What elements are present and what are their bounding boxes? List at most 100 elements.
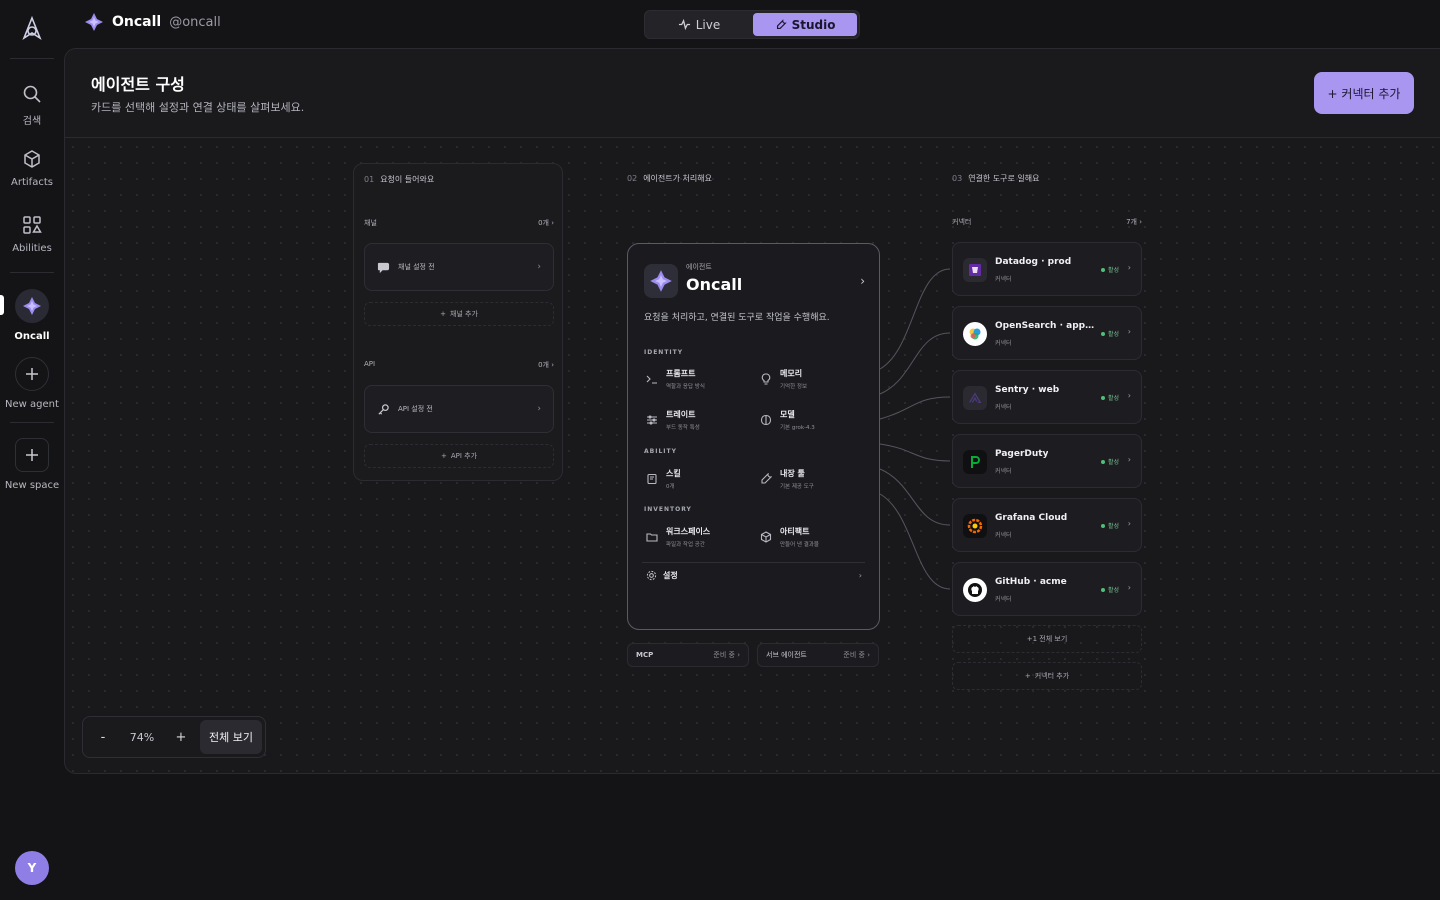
add-channel-label: 채널 추가 (449, 310, 478, 318)
sparkle-icon (15, 289, 49, 323)
wrench-icon (761, 473, 772, 484)
mode-live-button[interactable]: Live (647, 13, 751, 36)
feature-prompt[interactable]: 프롬프트 역할과 응답 방식 (646, 368, 705, 390)
agent-settings-row[interactable]: 설정 › (646, 570, 862, 581)
grafana-icon (963, 514, 987, 538)
api-section-label: API (364, 360, 376, 368)
connector-type: 커넥터 (995, 468, 1012, 475)
rail-item-label: New space (4, 480, 60, 491)
mcp-chip[interactable]: MCP 준비 중 › (627, 643, 749, 667)
rail-divider (10, 422, 54, 423)
rail-item-new-space[interactable]: New space (0, 438, 64, 491)
chevron-right-icon: › (537, 262, 541, 272)
connector-card-sentry[interactable]: Sentry · web 커넥터 활성 › (952, 370, 1142, 424)
add-connector-inline-button[interactable]: + 커넥터 추가 (952, 662, 1142, 690)
column-header: 02 에이전트가 처리해요 (627, 174, 712, 183)
zoom-in-button[interactable]: + (164, 720, 198, 754)
connector-name: Sentry · web (995, 385, 1060, 395)
feature-builtin-tools[interactable]: 내장 툴 기본 제공 도구 (760, 468, 814, 490)
api-slot[interactable]: API 설정 전 › (364, 385, 554, 433)
cube-icon (24, 150, 40, 168)
settings-label: 설정 (663, 571, 678, 580)
zoom-out-button[interactable]: - (86, 720, 120, 754)
connector-type: 커넥터 (995, 532, 1012, 539)
chevron-right-icon[interactable]: › (860, 274, 865, 288)
folder-icon (646, 533, 658, 542)
rail-item-search[interactable]: 검색 (0, 84, 64, 127)
gear-icon (646, 570, 657, 581)
grid-icon (23, 216, 42, 234)
rail-item-new-agent[interactable]: New agent (0, 357, 64, 410)
rail-item-label: Oncall (14, 331, 50, 342)
feature-memory[interactable]: 메모리 기억한 정보 (760, 368, 807, 390)
rail-item-abilities[interactable]: Abilities (0, 215, 64, 254)
flow-canvas[interactable]: 01 요청이 들어와요 채널 0개 › 채널 설정 전 › + 채널 추가 API… (65, 139, 1440, 773)
add-api-label: API 추가 (450, 452, 478, 460)
github-icon (963, 578, 987, 602)
channel-slot-label: 채널 설정 전 (398, 263, 435, 271)
rail-item-label: New agent (5, 399, 59, 410)
add-channel-button[interactable]: + 채널 추가 (364, 302, 554, 326)
terminal-icon (646, 375, 657, 384)
mode-studio-button[interactable]: Studio (753, 13, 857, 36)
chevron-right-icon: › (537, 404, 541, 414)
status-badge: 활성 (1100, 457, 1119, 466)
brain-icon (760, 414, 772, 426)
connector-count: 7개 › (1126, 218, 1142, 226)
panel-header: 에이전트 구성 카드를 선택해 설정과 연결 상태를 살펴보세요. + 커넥터 … (65, 49, 1440, 138)
feature-skills[interactable]: 스킬 0개 (646, 468, 681, 490)
add-connector-button[interactable]: + 커넥터 추가 (1314, 72, 1414, 114)
agent-card-name: Oncall (686, 275, 743, 294)
status-badge: 활성 (1100, 329, 1119, 338)
rail-item-artifacts[interactable]: Artifacts (0, 149, 64, 188)
feature-artifacts[interactable]: 아티팩트 만들어 낸 결과물 (760, 526, 819, 548)
connector-card-pagerduty[interactable]: PagerDuty 커넥터 활성 › (952, 434, 1142, 488)
feature-workspace[interactable]: 워크스페이스 파일과 작업 공간 (646, 526, 710, 548)
pulse-icon (678, 18, 690, 31)
connector-name: Grafana Cloud (995, 513, 1068, 523)
api-section-header[interactable]: API 0개 › (364, 360, 554, 370)
app-logo-icon[interactable] (20, 15, 44, 42)
sub-agent-chip[interactable]: 서브 에이전트 준비 중 › (757, 643, 879, 667)
column-header: 03 연결한 도구로 일해요 (952, 174, 1040, 183)
connector-card-github[interactable]: GitHub · acme 커넥터 활성 › (952, 562, 1142, 616)
agent-card[interactable]: 에이전트 Oncall › 요청을 처리하고, 연결된 도구로 작업을 수행해요… (627, 243, 880, 630)
channel-section-label: 채널 (364, 219, 377, 227)
wrench-icon (776, 18, 787, 29)
plus-icon (15, 438, 49, 472)
page-subtitle: 카드를 선택해 설정과 연결 상태를 살펴보세요. (91, 101, 305, 114)
chevron-right-icon: › (858, 571, 862, 580)
rail-divider (10, 58, 54, 59)
zoom-control: - 74% + 전체 보기 (82, 716, 266, 758)
agent-name: Oncall (112, 14, 162, 30)
cube-icon (760, 531, 772, 543)
plus-icon: + (1024, 672, 1031, 680)
user-avatar[interactable]: Y (15, 851, 49, 885)
connector-section-header[interactable]: 커넥터 7개 › (952, 217, 1142, 227)
channel-section-header[interactable]: 채널 0개 › (364, 218, 554, 228)
view-all-connectors-button[interactable]: +1 전체 보기 (952, 625, 1142, 653)
connector-type: 커넥터 (995, 340, 1012, 347)
pagerduty-icon (963, 450, 987, 474)
rail-item-oncall[interactable]: Oncall (0, 289, 64, 342)
connector-section-label: 커넥터 (952, 218, 972, 226)
connector-card-datadog[interactable]: Datadog · prod 커넥터 활성 › (952, 242, 1142, 296)
add-api-button[interactable]: + API 추가 (364, 444, 554, 468)
fit-view-button[interactable]: 전체 보기 (200, 720, 262, 754)
connector-name: OpenSearch · app-logs (995, 321, 1095, 331)
chat-bubble-icon (377, 262, 390, 273)
status-badge: 활성 (1100, 585, 1119, 594)
feature-model[interactable]: 모델 기본 grok-4.3 (760, 409, 815, 431)
search-icon (23, 85, 41, 103)
channel-slot[interactable]: 채널 설정 전 › (364, 243, 554, 291)
chevron-right-icon: › (1127, 391, 1131, 400)
connector-card-grafana[interactable]: Grafana Cloud 커넥터 활성 › (952, 498, 1142, 552)
lightbulb-icon (761, 373, 771, 385)
connector-type: 커넥터 (995, 276, 1012, 283)
feature-traits[interactable]: 트레이트 부드 동작 특성 (646, 409, 700, 431)
chevron-right-icon: › (1127, 519, 1131, 528)
api-count: 0개 › (538, 361, 554, 369)
connector-card-opensearch[interactable]: OpenSearch · app-logs 커넥터 활성 › (952, 306, 1142, 360)
sentry-icon (963, 386, 987, 410)
agent-kicker: 에이전트 (686, 263, 712, 271)
